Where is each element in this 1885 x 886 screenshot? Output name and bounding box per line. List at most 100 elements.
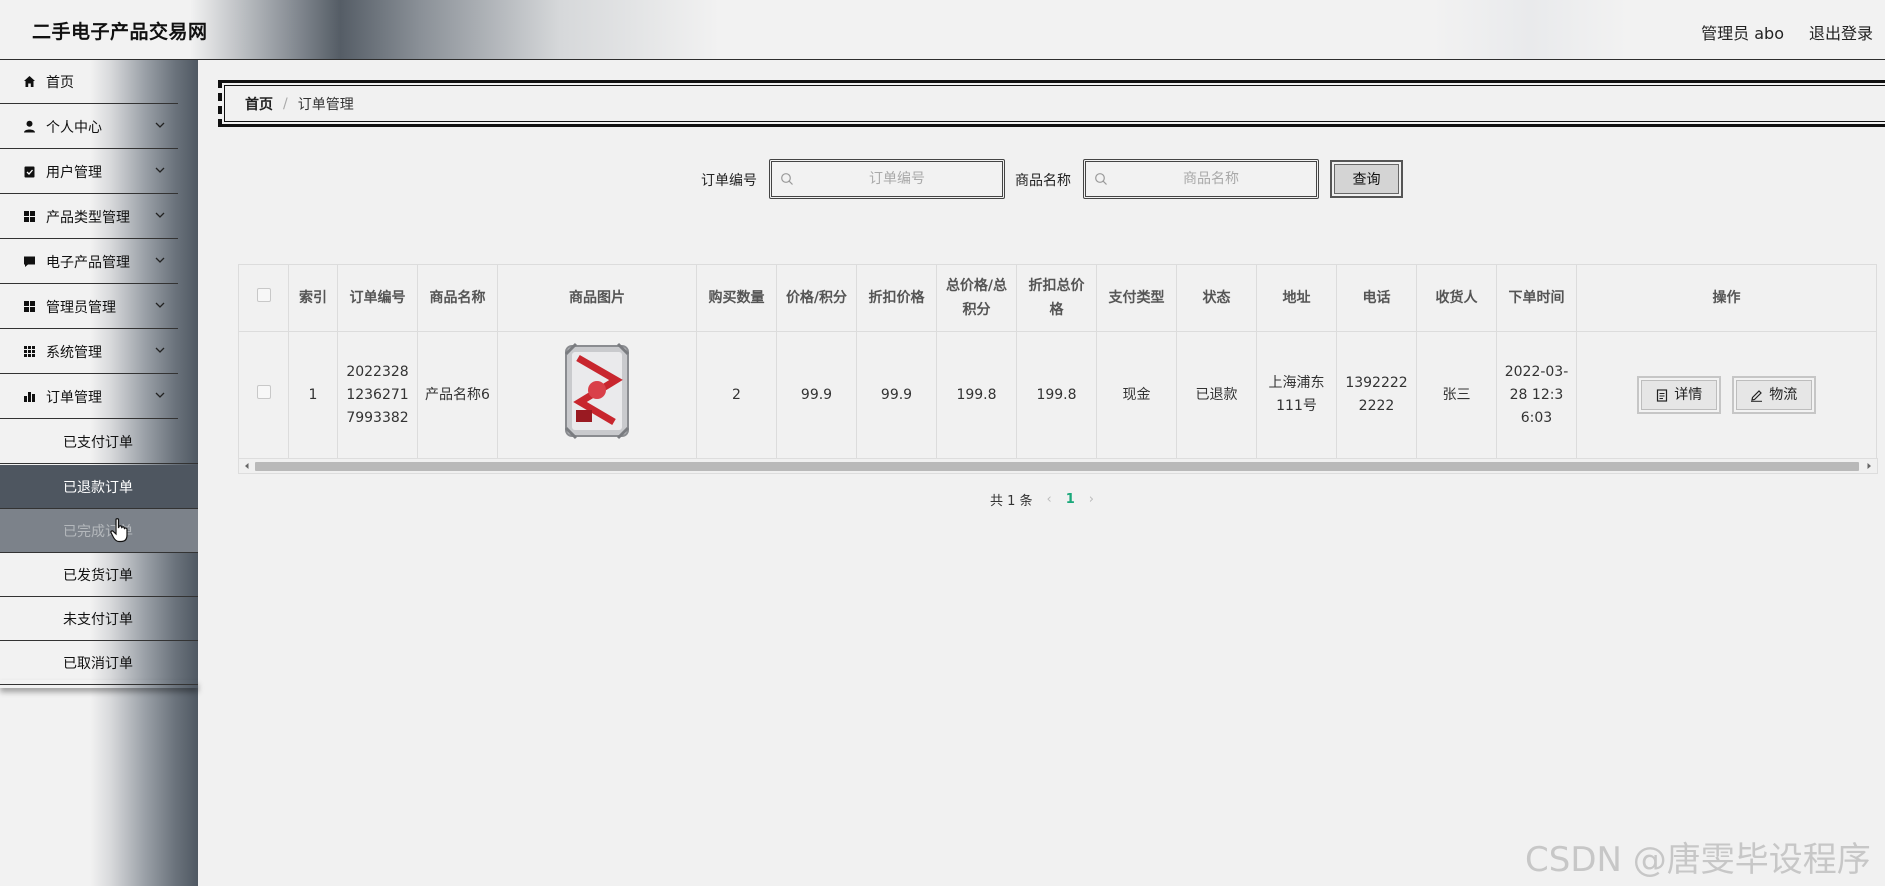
- cell-product-image: [497, 331, 697, 459]
- scroll-left-icon[interactable]: [243, 462, 251, 470]
- sidebar-item-label: 用户管理: [46, 164, 102, 181]
- sidebar-subitem-label: 已支付订单: [63, 434, 133, 451]
- edit-icon: [1751, 389, 1763, 402]
- row-select-cell[interactable]: [238, 331, 289, 459]
- sidebar: 首页 个人中心 用户管理 产品类型管理 电子产品管理 管理员管理 系统管理 订单…: [0, 60, 198, 886]
- cell-receiver: 张三: [1416, 331, 1497, 459]
- sidebar-item-label: 产品类型管理: [46, 209, 130, 226]
- clipboard-icon: [23, 165, 36, 178]
- sidebar-subitem-shipped-orders[interactable]: 已发货订单: [0, 553, 198, 597]
- cell-pay-type: 现金: [1096, 331, 1177, 459]
- page-number-current[interactable]: 1: [1066, 492, 1075, 507]
- cell-index: 1: [288, 331, 338, 459]
- table-horizontal-scrollbar[interactable]: [238, 458, 1878, 474]
- sidebar-item-system[interactable]: 系统管理: [0, 330, 178, 374]
- product-name-input[interactable]: [1083, 159, 1319, 199]
- cell-address: 上海浦东111号: [1256, 331, 1337, 459]
- sidebar-subitem-cancelled-orders[interactable]: 已取消订单: [0, 641, 198, 685]
- cell-discount-total: 199.8: [1016, 331, 1097, 459]
- sidebar-item-products[interactable]: 电子产品管理: [0, 240, 178, 284]
- breadcrumb-home[interactable]: 首页: [245, 94, 273, 114]
- cell-order-no: 202232812362717993382: [337, 331, 418, 459]
- prev-page-icon[interactable]: ‹: [1047, 492, 1052, 507]
- select-all-checkbox[interactable]: [256, 288, 271, 302]
- product-image: [564, 342, 630, 440]
- sidebar-item-admins[interactable]: 管理员管理: [0, 285, 178, 329]
- column-header: 折扣价格: [856, 264, 937, 332]
- select-all-cell[interactable]: [238, 264, 289, 332]
- cell-order-time: 2022-03-28 12:36:03: [1496, 331, 1577, 459]
- table-row: 1 202232812362717993382 产品名称6 2 99.9 99.…: [238, 331, 1877, 459]
- sidebar-subitem-label: 已发货订单: [63, 567, 133, 584]
- breadcrumb: 首页 / 订单管理: [218, 80, 1885, 127]
- document-icon: [1657, 388, 1668, 402]
- search-icon: [781, 173, 793, 185]
- top-header: 二手电子产品交易网 管理员 abo 退出登录: [0, 0, 1885, 60]
- person-icon: [23, 120, 36, 133]
- scrollbar-thumb[interactable]: [255, 462, 1859, 471]
- column-header: 收货人: [1416, 264, 1497, 332]
- breadcrumb-separator: /: [283, 95, 288, 112]
- cell-total: 199.8: [936, 331, 1017, 459]
- column-header: 折扣总价格: [1016, 264, 1097, 332]
- pagination: 共 1 条 ‹ 1 ›: [990, 488, 1108, 510]
- sidebar-item-label: 系统管理: [46, 344, 102, 361]
- cell-product-name: 产品名称6: [417, 331, 498, 459]
- detail-button[interactable]: 详情: [1637, 376, 1722, 414]
- query-button[interactable]: 查询: [1330, 160, 1403, 198]
- column-header: 总价格/总积分: [936, 264, 1017, 332]
- home-icon: [23, 75, 36, 88]
- scroll-right-icon[interactable]: [1865, 462, 1873, 470]
- column-header: 地址: [1256, 264, 1337, 332]
- cell-discount-price: 99.9: [856, 331, 937, 459]
- cell-status: 已退款: [1176, 331, 1257, 459]
- order-no-input[interactable]: [769, 159, 1005, 199]
- current-user: 管理员 abo: [1701, 24, 1784, 43]
- logout-link[interactable]: 退出登录: [1809, 20, 1873, 44]
- grid-icon: [23, 300, 36, 313]
- hand-cursor-icon: [110, 518, 128, 543]
- sidebar-menu-shadow: [0, 680, 198, 688]
- column-header: 支付类型: [1096, 264, 1177, 332]
- logistics-button[interactable]: 物流: [1731, 376, 1816, 414]
- row-checkbox[interactable]: [256, 384, 271, 399]
- sidebar-subitem-refunded-orders[interactable]: 已退款订单: [0, 465, 198, 509]
- chevron-up-icon: [155, 392, 165, 398]
- breadcrumb-current: 订单管理: [297, 96, 354, 113]
- column-header: 状态: [1176, 264, 1257, 332]
- cell-actions: 详情 物流: [1576, 331, 1877, 459]
- sidebar-item-orders[interactable]: 订单管理: [0, 375, 178, 419]
- sidebar-item-home[interactable]: 首页: [0, 60, 178, 104]
- chevron-down-icon: [155, 257, 165, 263]
- apps-icon: [23, 345, 36, 358]
- cell-price: 99.9: [776, 331, 857, 459]
- orders-table: 索引 订单编号 商品名称 商品图片 购买数量 价格/积分 折扣价格 总价格/总积…: [238, 264, 1878, 476]
- sidebar-item-product-types[interactable]: 产品类型管理: [0, 195, 178, 239]
- sidebar-subitem-label: 已退款订单: [63, 479, 133, 496]
- sidebar-item-label: 个人中心: [46, 119, 102, 136]
- chat-icon: [23, 255, 36, 268]
- next-page-icon[interactable]: ›: [1089, 492, 1094, 507]
- logistics-button-label: 物流: [1769, 386, 1798, 403]
- grid-icon: [23, 210, 36, 223]
- order-no-label: 订单编号: [701, 173, 757, 189]
- sidebar-subitem-paid-orders[interactable]: 已支付订单: [0, 420, 198, 464]
- sidebar-subitem-completed-orders[interactable]: 已完成订单: [0, 509, 198, 553]
- sidebar-item-label: 管理员管理: [46, 299, 116, 316]
- sidebar-item-personal[interactable]: 个人中心: [0, 105, 178, 149]
- column-header: 操作: [1576, 264, 1877, 332]
- chevron-down-icon: [155, 122, 165, 128]
- app-title: 二手电子产品交易网: [32, 21, 208, 43]
- column-header: 索引: [288, 264, 338, 332]
- column-header: 商品图片: [497, 264, 697, 332]
- sidebar-subitem-unpaid-orders[interactable]: 未支付订单: [0, 597, 198, 641]
- sidebar-item-users[interactable]: 用户管理: [0, 150, 178, 194]
- bar-chart-icon: [23, 390, 36, 403]
- column-header: 订单编号: [337, 264, 418, 332]
- sidebar-item-label: 电子产品管理: [46, 254, 130, 271]
- cell-phone: 13922222222: [1336, 331, 1417, 459]
- table-header-row: 索引 订单编号 商品名称 商品图片 购买数量 价格/积分 折扣价格 总价格/总积…: [238, 264, 1877, 332]
- column-header: 电话: [1336, 264, 1417, 332]
- column-header: 商品名称: [417, 264, 498, 332]
- chevron-down-icon: [155, 167, 165, 173]
